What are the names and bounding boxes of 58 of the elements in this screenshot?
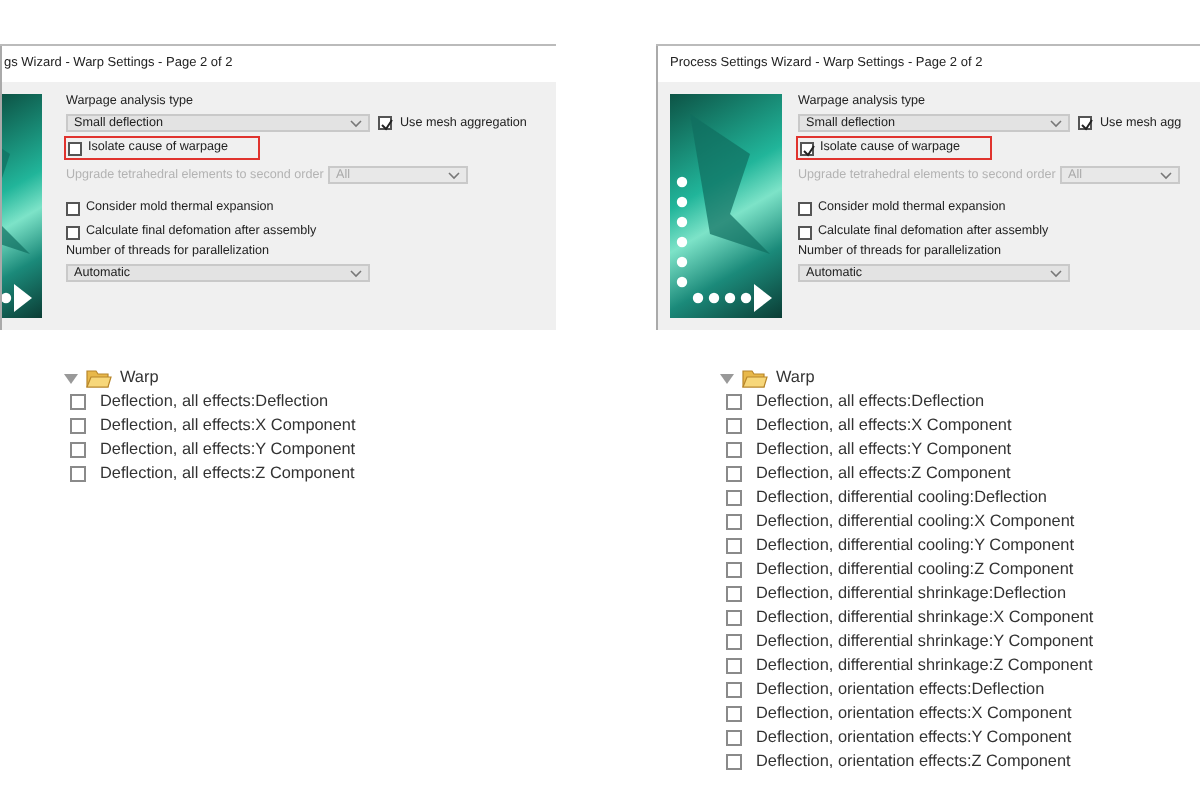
checkbox[interactable]	[68, 141, 82, 155]
checkbox[interactable]	[800, 141, 814, 155]
tree-item-label[interactable]: Deflection, differential shrinkage:Z Component	[756, 653, 1093, 679]
tree-item-label[interactable]: Deflection, differential shrinkage:Y Component	[756, 629, 1094, 655]
checkbox[interactable]	[726, 514, 742, 530]
tree-item-label[interactable]: Deflection, differential cooling:Z Component	[756, 557, 1074, 583]
tree-item-label[interactable]: Deflection, orientation effects:Deflection	[756, 677, 1045, 703]
folder-icon	[742, 368, 768, 388]
checkbox[interactable]	[726, 418, 742, 434]
dropdown-caret-icon	[350, 269, 362, 277]
dropdown-caret-icon	[1050, 119, 1062, 127]
checkbox[interactable]	[726, 538, 742, 554]
checkbox[interactable]	[726, 706, 742, 722]
tree-item-label[interactable]: Deflection, differential cooling:Deflection	[756, 485, 1047, 511]
checkbox[interactable]	[798, 225, 812, 239]
tree-item-label[interactable]: Deflection, all effects:Y Component	[100, 437, 356, 463]
checkbox[interactable]	[66, 225, 80, 239]
tree-item-label[interactable]: Deflection, all effects:Deflection	[756, 389, 985, 415]
checkbox[interactable]	[726, 562, 742, 578]
checkbox[interactable]	[70, 442, 86, 458]
tree-node-label[interactable]: Warp	[120, 365, 159, 391]
tree-item-label[interactable]: Deflection, differential cooling:Y Component	[756, 533, 1074, 559]
folder-icon	[86, 368, 112, 388]
tree-item-label[interactable]: Deflection, all effects:Deflection	[100, 389, 329, 415]
checkbox[interactable]	[726, 442, 742, 458]
checkbox[interactable]	[726, 754, 742, 770]
dropdown-caret-icon	[1160, 171, 1172, 179]
tree-item-label[interactable]: Deflection, all effects:X Component	[756, 413, 1012, 439]
tree-item-label[interactable]: Deflection, all effects:Z Component	[756, 461, 1011, 487]
tree-item-label[interactable]: Deflection, all effects:X Component	[100, 413, 356, 439]
checkbox[interactable]	[70, 394, 86, 410]
checkbox[interactable]	[726, 682, 742, 698]
checkbox[interactable]	[70, 466, 86, 482]
dropdown-caret-icon	[1050, 269, 1062, 277]
tree-item-label[interactable]: Deflection, orientation effects:X Component	[756, 701, 1072, 727]
checkbox[interactable]	[798, 201, 812, 215]
tree-item-label[interactable]: Deflection, all effects:Y Component	[756, 437, 1012, 463]
checkbox[interactable]	[726, 394, 742, 410]
checkbox[interactable]	[726, 490, 742, 506]
checkbox[interactable]	[726, 658, 742, 674]
tree-item-label[interactable]: Deflection, all effects:Z Component	[100, 461, 355, 487]
dropdown-caret-icon	[448, 171, 460, 179]
tree-item-label[interactable]: Deflection, differential cooling:X Component	[756, 509, 1075, 535]
checkbox[interactable]	[66, 201, 80, 215]
tree-item-label[interactable]: Deflection, differential shrinkage:Deflection	[756, 581, 1067, 607]
checkbox[interactable]	[726, 634, 742, 650]
checkbox[interactable]	[726, 730, 742, 746]
tree-item-label[interactable]: Deflection, orientation effects:Z Component	[756, 749, 1071, 775]
checkbox[interactable]	[726, 466, 742, 482]
tree-item-label[interactable]: Deflection, orientation effects:Y Component	[756, 725, 1072, 751]
checkbox[interactable]	[726, 586, 742, 602]
checkbox[interactable]	[726, 610, 742, 626]
checkbox[interactable]	[378, 116, 392, 130]
dropdown-caret-icon	[350, 119, 362, 127]
checkbox[interactable]	[70, 418, 86, 434]
tree-item-label[interactable]: Deflection, differential shrinkage:X Component	[756, 605, 1094, 631]
checkbox[interactable]	[1078, 116, 1092, 130]
tree-node-label[interactable]: Warp	[776, 365, 815, 391]
